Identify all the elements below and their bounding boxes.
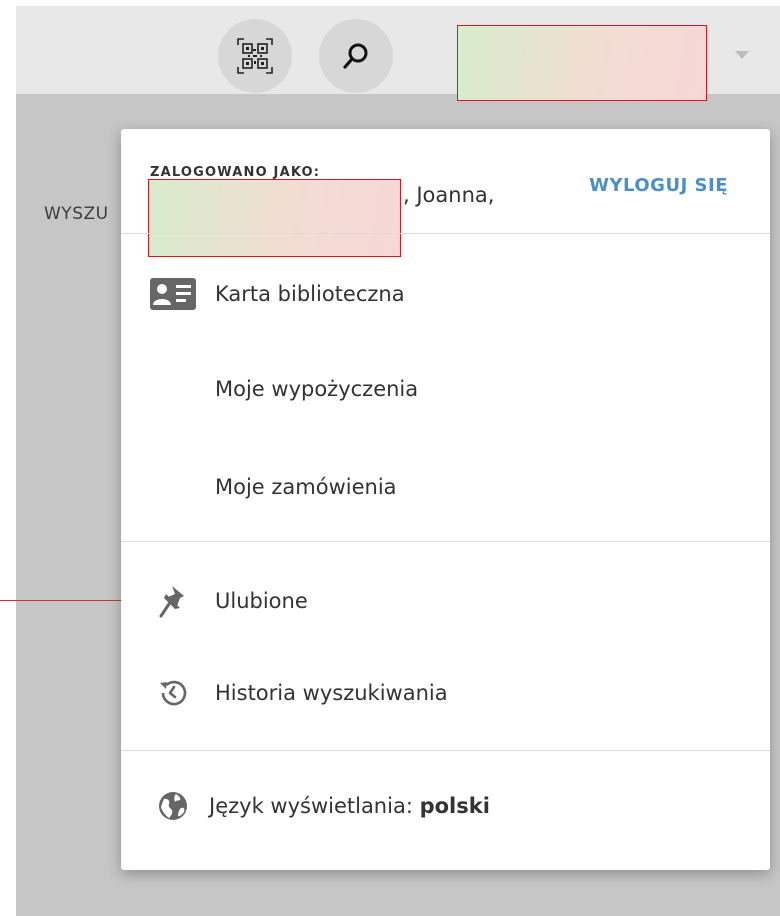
language-value: polski	[419, 794, 490, 818]
language-prefix: Język wyświetlania:	[209, 794, 420, 818]
logged-in-label: ZALOGOWANO JAKO:	[150, 165, 321, 180]
qr-code-button[interactable]	[218, 19, 292, 93]
background-search-label: WYSZU	[44, 204, 109, 224]
language-label: Język wyświetlania: polski	[209, 794, 490, 818]
library-card-icon	[150, 274, 196, 314]
chevron-down-icon[interactable]	[735, 51, 749, 59]
language-selector[interactable]: Język wyświetlania: polski	[121, 776, 770, 836]
menu-item-label: Moje zamówienia	[215, 475, 397, 499]
pin-icon	[150, 581, 196, 621]
qr-code-icon	[237, 38, 273, 74]
divider	[121, 750, 770, 751]
divider	[121, 233, 770, 234]
menu-item-label: Moje wypożyczenia	[215, 377, 419, 401]
menu-item-label: Historia wyszukiwania	[215, 681, 448, 705]
globe-icon	[150, 786, 196, 826]
menu-item-label: Karta biblioteczna	[215, 282, 405, 306]
menu-item-label: Ulubione	[215, 589, 308, 613]
menu-item-search-history[interactable]: Historia wyszukiwania	[121, 663, 770, 723]
redacted-surname	[148, 179, 401, 257]
menu-item-library-card[interactable]: Karta biblioteczna	[121, 264, 770, 324]
menu-item-my-orders[interactable]: Moje zamówienia	[121, 457, 770, 517]
user-name: , Joanna,	[403, 183, 495, 207]
menu-item-my-loans[interactable]: Moje wypożyczenia	[121, 359, 770, 419]
search-button[interactable]	[319, 19, 393, 93]
logout-link[interactable]: WYLOGUJ SIĘ	[589, 175, 728, 196]
user-menu: ZALOGOWANO JAKO: , Joanna, WYLOGUJ SIĘ K…	[121, 129, 770, 870]
redacted-user-button[interactable]	[457, 25, 707, 101]
divider	[121, 541, 770, 542]
annotation-line	[0, 600, 128, 601]
menu-item-favorites[interactable]: Ulubione	[121, 571, 770, 631]
search-icon	[343, 43, 368, 69]
history-icon	[150, 673, 196, 713]
